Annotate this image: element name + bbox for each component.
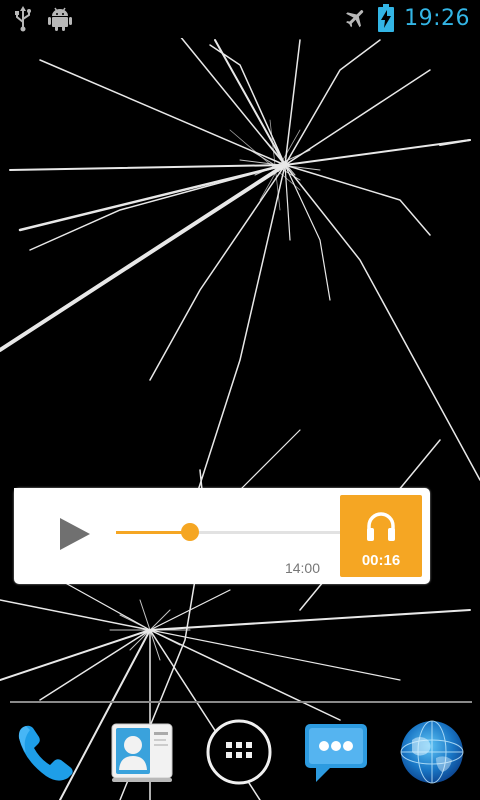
progress-fill (116, 531, 191, 534)
phone-icon[interactable] (12, 718, 80, 786)
system-icons: 19:26 (344, 4, 470, 32)
play-icon (60, 518, 90, 550)
progress-slider[interactable] (116, 523, 348, 541)
notification-icons (14, 6, 72, 32)
widget-tab (14, 488, 28, 508)
airplane-mode-icon (346, 10, 364, 28)
audio-player-widget: 14:00 00:16 (14, 488, 430, 584)
usb-icon (15, 6, 31, 32)
clock: 19:26 (404, 5, 470, 31)
status-bar: 19:26 (0, 0, 480, 38)
headphones-icon (367, 512, 395, 541)
play-button[interactable] (58, 516, 94, 552)
browser-icon[interactable] (398, 718, 466, 786)
battery-charging-icon (378, 4, 395, 32)
progress-thumb[interactable] (181, 523, 200, 541)
app-drawer-icon[interactable] (205, 718, 273, 786)
contacts-icon[interactable] (108, 718, 176, 786)
headphones-button[interactable]: 00:16 (340, 495, 422, 577)
dock-divider (10, 701, 472, 703)
cracked-wallpaper (0, 29, 480, 800)
elapsed-timer: 00:16 (361, 552, 401, 569)
track-duration: 14:00 (284, 560, 320, 576)
messaging-icon[interactable] (302, 718, 370, 786)
android-debug-icon (48, 7, 72, 31)
